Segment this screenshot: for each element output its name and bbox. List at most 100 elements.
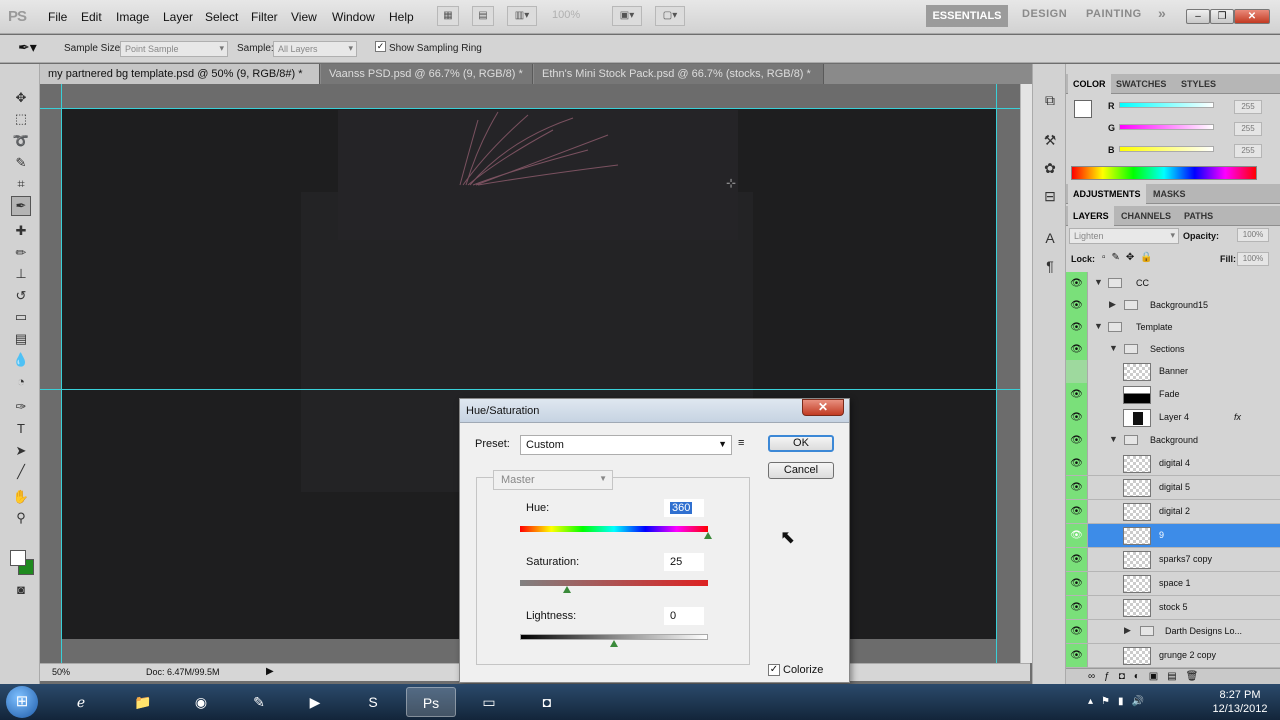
eyedropper-preset-icon[interactable]: ✒▾ [18, 39, 37, 56]
color-spectrum[interactable] [1071, 166, 1257, 180]
recorder-taskbar-icon[interactable]: ◘ [522, 687, 572, 717]
clock[interactable]: 8:27 PM 12/13/2012 [1205, 688, 1275, 716]
brush-tool-icon[interactable]: ✏ [11, 243, 31, 263]
character-icon[interactable]: A [1040, 228, 1060, 248]
eye-icon[interactable]: 👁 [1066, 272, 1088, 295]
tab-channels[interactable]: CHANNELS [1116, 206, 1176, 226]
dodge-tool-icon[interactable]: ◔ [11, 372, 31, 392]
blend-mode-select[interactable]: Lighten [1069, 228, 1179, 244]
layer-row[interactable]: 👁 ▼ Template [1066, 316, 1280, 340]
channel-select[interactable]: Master ▼ [493, 470, 613, 490]
eye-icon[interactable]: 👁 [1066, 294, 1088, 317]
eye-icon[interactable]: 👁 [1066, 596, 1088, 619]
fill-value[interactable]: 100% [1237, 252, 1269, 266]
saturation-slider-track[interactable] [520, 580, 708, 586]
doc-size[interactable]: Doc: 6.47M/99.5M [146, 667, 220, 677]
marquee-tool-icon[interactable]: ⬚ [11, 109, 31, 129]
layers-footer-icons[interactable]: ∞ƒ◘◐▣▤🗑 [1066, 668, 1280, 684]
menu-help[interactable]: Help [389, 10, 414, 24]
layer-row[interactable]: 👁 stock 5 [1066, 596, 1280, 620]
layer-row[interactable]: 👁 ▶ Darth Designs Lo... [1066, 620, 1280, 644]
g-slider[interactable] [1119, 124, 1214, 130]
opacity-value[interactable]: 100% [1237, 228, 1269, 242]
eye-icon[interactable]: 👁 [1066, 644, 1088, 667]
layer-row[interactable]: 👁 digital 5 [1066, 476, 1280, 500]
tab-my-partnered-bg[interactable]: my partnered bg template.psd @ 50% (9, R… [40, 64, 320, 100]
hue-input[interactable]: 360 [664, 499, 704, 517]
gradient-tool-icon[interactable]: ▤ [11, 329, 31, 349]
layer-row[interactable]: 👁 Fade [1066, 383, 1280, 407]
preset-options-icon[interactable]: ≡ [738, 437, 744, 449]
history-brush-tool-icon[interactable]: ↺ [11, 286, 31, 306]
media-taskbar-icon[interactable]: ▶ [290, 687, 340, 717]
menu-edit[interactable]: Edit [81, 10, 102, 24]
tab-styles[interactable]: STYLES [1176, 74, 1221, 94]
layer-row[interactable]: 👁 grunge 2 copy [1066, 644, 1280, 668]
r-slider[interactable] [1119, 102, 1214, 108]
tab-paths[interactable]: PATHS [1179, 206, 1218, 226]
expand-icon[interactable]: ▼ [1109, 434, 1118, 444]
b-slider[interactable] [1119, 146, 1214, 152]
lock-icons[interactable]: ▫✎✥🔒 [1102, 252, 1159, 263]
colorize-checkbox[interactable]: ✓ [768, 664, 780, 676]
g-value[interactable]: 255 [1234, 122, 1262, 136]
paragraph-icon[interactable]: ¶ [1040, 256, 1060, 276]
status-menu-arrow-icon[interactable]: ▶ [266, 666, 274, 677]
eye-icon[interactable]: 👁 [1066, 383, 1088, 406]
tab-layers[interactable]: LAYERS [1068, 206, 1114, 226]
tab-color[interactable]: COLOR [1068, 74, 1111, 94]
eye-icon[interactable]: 👁 [1066, 406, 1088, 429]
menu-image[interactable]: Image [116, 10, 149, 24]
saturation-slider-knob[interactable] [563, 586, 571, 593]
arrange-documents-icon[interactable]: ▣▾ [612, 6, 642, 26]
blur-tool-icon[interactable]: 💧 [11, 350, 31, 370]
eye-icon[interactable]: 👁 [1066, 338, 1088, 361]
zoom-select[interactable]: 100% [552, 9, 580, 21]
layer-row[interactable]: 👁 sparks7 copy [1066, 548, 1280, 572]
zoom-level[interactable]: 50% [52, 667, 70, 677]
layer-row[interactable]: Banner [1066, 360, 1280, 384]
crop-tool-icon[interactable]: ⌗ [11, 174, 31, 194]
expand-icon[interactable]: ▼ [1094, 321, 1103, 331]
feather-taskbar-icon[interactable]: ✎ [234, 687, 284, 717]
zoom-tool-icon[interactable]: ⚲ [11, 508, 31, 528]
clone-source-icon[interactable]: ✿ [1040, 158, 1060, 178]
eye-icon[interactable]: 👁 [1066, 452, 1088, 475]
ok-button[interactable]: OK [768, 435, 834, 452]
path-select-tool-icon[interactable]: ➤ [11, 441, 31, 461]
tab-adjustments[interactable]: ADJUSTMENTS [1068, 184, 1146, 204]
quick-mask-icon[interactable]: ◙ [11, 580, 31, 600]
eye-icon[interactable]: 👁 [1066, 316, 1088, 339]
tab-ethns-mini-stock-pack[interactable]: Ethn's Mini Stock Pack.psd @ 66.7% (stoc… [534, 64, 824, 100]
eye-icon[interactable]: 👁 [1066, 476, 1088, 499]
workspace-essentials[interactable]: ESSENTIALS [926, 5, 1008, 27]
eye-icon[interactable] [1066, 360, 1088, 383]
eye-icon[interactable]: 👁 [1066, 620, 1088, 643]
workspace-design[interactable]: DESIGN [1022, 8, 1067, 20]
move-tool-icon[interactable]: ✥ [11, 88, 31, 108]
lightness-slider-knob[interactable] [610, 640, 618, 647]
hue-slider-track[interactable] [520, 526, 708, 532]
workspace-painting[interactable]: PAINTING [1086, 8, 1142, 20]
minimize-icon[interactable]: – [1186, 9, 1210, 24]
tool-presets-icon[interactable]: ⊟ [1040, 186, 1060, 206]
vertical-scrollbar[interactable] [1020, 84, 1032, 663]
lightness-input[interactable]: 0 [664, 607, 704, 625]
expand-icon[interactable]: ▶ [1124, 625, 1131, 636]
layer-row[interactable]: 👁 ▼ Background [1066, 429, 1280, 453]
expand-icon[interactable]: ▼ [1094, 277, 1103, 287]
layer-row[interactable]: 👁 ▼ CC [1066, 272, 1280, 296]
show-ring-checkbox[interactable]: ✓ [375, 41, 386, 52]
type-tool-icon[interactable]: T [11, 419, 31, 439]
explorer-taskbar-icon[interactable]: 📁 [118, 687, 168, 717]
healing-tool-icon[interactable]: ✚ [11, 221, 31, 241]
eraser-tool-icon[interactable]: ▭ [11, 307, 31, 327]
expand-icon[interactable]: ▼ [1109, 343, 1118, 353]
layer-row-selected[interactable]: 👁 9 [1066, 524, 1280, 548]
close-window-icon[interactable]: ✕ [1234, 9, 1270, 24]
notes-taskbar-icon[interactable]: ▭ [464, 687, 514, 717]
eye-icon[interactable]: 👁 [1066, 500, 1088, 523]
eye-icon[interactable]: 👁 [1066, 429, 1088, 452]
tab-masks[interactable]: MASKS [1148, 184, 1191, 204]
pen-tool-icon[interactable]: ✑ [11, 397, 31, 417]
